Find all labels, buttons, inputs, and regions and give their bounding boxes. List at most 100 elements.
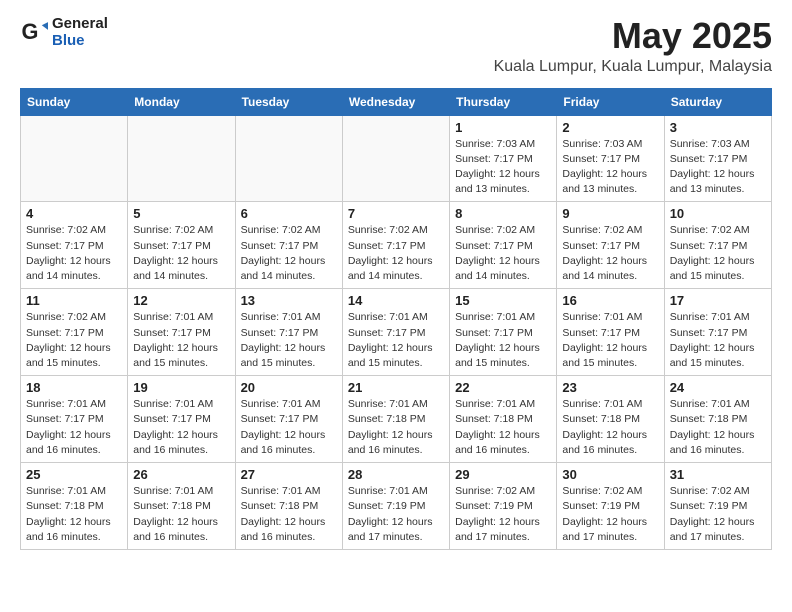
day-number: 26 [133,467,229,482]
calendar-week-row: 4 Sunrise: 7:02 AM Sunset: 7:17 PM Daylig… [21,202,772,289]
calendar-cell: 16 Sunrise: 7:01 AM Sunset: 7:17 PM Dayli… [557,289,664,376]
day-number: 25 [26,467,122,482]
day-number: 8 [455,206,551,221]
day-number: 2 [562,120,658,135]
day-number: 16 [562,293,658,308]
day-number: 1 [455,120,551,135]
day-info: Sunrise: 7:01 AM Sunset: 7:18 PM Dayligh… [133,484,229,545]
weekday-header-monday: Monday [128,88,235,115]
calendar-cell: 22Sunrise: 7:01 AM Sunset: 7:18 PM Dayli… [450,376,557,463]
calendar-cell [235,115,342,202]
calendar-cell: 13 Sunrise: 7:01 AM Sunset: 7:17 PM Dayli… [235,289,342,376]
calendar-cell: 25 Sunrise: 7:01 AM Sunset: 7:18 PM Dayli… [21,463,128,550]
day-number: 24 [670,380,766,395]
calendar-cell: 20Sunrise: 7:01 AM Sunset: 7:17 PM Dayli… [235,376,342,463]
day-number: 23 [562,380,658,395]
day-number: 27 [241,467,337,482]
logo-blue-text: Blue [52,33,108,50]
day-info: Sunrise: 7:02 AM Sunset: 7:17 PM Dayligh… [26,310,122,371]
day-number: 5 [133,206,229,221]
calendar-cell: 9Sunrise: 7:02 AM Sunset: 7:17 PM Daylig… [557,202,664,289]
calendar-cell: 24 Sunrise: 7:01 AM Sunset: 7:18 PM Dayli… [664,376,771,463]
day-number: 7 [348,206,444,221]
weekday-header-saturday: Saturday [664,88,771,115]
day-info: Sunrise: 7:02 AM Sunset: 7:19 PM Dayligh… [455,484,551,545]
calendar-cell: 2Sunrise: 7:03 AM Sunset: 7:17 PM Daylig… [557,115,664,202]
day-number: 4 [26,206,122,221]
day-info: Sunrise: 7:01 AM Sunset: 7:17 PM Dayligh… [670,310,766,371]
calendar-cell: 14Sunrise: 7:01 AM Sunset: 7:17 PM Dayli… [342,289,449,376]
day-info: Sunrise: 7:01 AM Sunset: 7:18 PM Dayligh… [241,484,337,545]
weekday-header-friday: Friday [557,88,664,115]
day-number: 14 [348,293,444,308]
day-number: 22 [455,380,551,395]
day-number: 17 [670,293,766,308]
calendar-cell: 1Sunrise: 7:03 AM Sunset: 7:17 PM Daylig… [450,115,557,202]
calendar-cell: 3 Sunrise: 7:03 AM Sunset: 7:17 PM Daylig… [664,115,771,202]
day-number: 19 [133,380,229,395]
calendar-week-row: 1 Sunrise: 7:03 AM Sunset: 7:17 PM Daylig… [21,115,772,202]
calendar-cell: 11 Sunrise: 7:02 AM Sunset: 7:17 PM Dayli… [21,289,128,376]
calendar-cell: 28 Sunrise: 7:01 AM Sunset: 7:19 PM Dayli… [342,463,449,550]
weekday-header-tuesday: Tuesday [235,88,342,115]
weekday-header-sunday: Sunday [21,88,128,115]
day-info: Sunrise: 7:01 AM Sunset: 7:17 PM Dayligh… [133,397,229,458]
day-info: Sunrise: 7:02 AM Sunset: 7:19 PM Dayligh… [670,484,766,545]
calendar-cell: 12Sunrise: 7:01 AM Sunset: 7:17 PM Dayli… [128,289,235,376]
day-number: 15 [455,293,551,308]
calendar-title: May 2025 [494,16,772,56]
weekday-header-thursday: Thursday [450,88,557,115]
day-number: 20 [241,380,337,395]
calendar-cell: 17 Sunrise: 7:01 AM Sunset: 7:17 PM Dayli… [664,289,771,376]
calendar-cell: 23Sunrise: 7:01 AM Sunset: 7:18 PM Dayli… [557,376,664,463]
calendar-cell: 30Sunrise: 7:02 AM Sunset: 7:19 PM Dayli… [557,463,664,550]
logo: G General Blue [20,16,108,49]
calendar-subtitle: Kuala Lumpur, Kuala Lumpur, Malaysia [494,58,772,76]
day-info: Sunrise: 7:03 AM Sunset: 7:17 PM Dayligh… [670,137,766,198]
day-number: 3 [670,120,766,135]
day-number: 12 [133,293,229,308]
weekday-header-wednesday: Wednesday [342,88,449,115]
logo-icon: G [20,19,48,47]
calendar-week-row: 11 Sunrise: 7:02 AM Sunset: 7:17 PM Dayli… [21,289,772,376]
calendar-cell: 6Sunrise: 7:02 AM Sunset: 7:17 PM Daylig… [235,202,342,289]
calendar-cell: 18 Sunrise: 7:01 AM Sunset: 7:17 PM Dayli… [21,376,128,463]
calendar-cell: 10 Sunrise: 7:02 AM Sunset: 7:17 PM Dayli… [664,202,771,289]
calendar-cell: 15 Sunrise: 7:01 AM Sunset: 7:17 PM Dayli… [450,289,557,376]
day-number: 11 [26,293,122,308]
day-info: Sunrise: 7:01 AM Sunset: 7:18 PM Dayligh… [348,397,444,458]
page-header: G General Blue May 2025 Kuala Lumpur, Ku… [20,16,772,76]
day-info: Sunrise: 7:01 AM Sunset: 7:18 PM Dayligh… [26,484,122,545]
day-info: Sunrise: 7:01 AM Sunset: 7:18 PM Dayligh… [670,397,766,458]
calendar-cell: 29Sunrise: 7:02 AM Sunset: 7:19 PM Dayli… [450,463,557,550]
day-info: Sunrise: 7:02 AM Sunset: 7:17 PM Dayligh… [348,223,444,284]
day-info: Sunrise: 7:01 AM Sunset: 7:17 PM Dayligh… [455,310,551,371]
calendar-cell: 21Sunrise: 7:01 AM Sunset: 7:18 PM Dayli… [342,376,449,463]
day-info: Sunrise: 7:02 AM Sunset: 7:19 PM Dayligh… [562,484,658,545]
calendar-cell: 26 Sunrise: 7:01 AM Sunset: 7:18 PM Dayli… [128,463,235,550]
calendar-cell: 19 Sunrise: 7:01 AM Sunset: 7:17 PM Dayli… [128,376,235,463]
day-info: Sunrise: 7:02 AM Sunset: 7:17 PM Dayligh… [26,223,122,284]
calendar-cell: 27 Sunrise: 7:01 AM Sunset: 7:18 PM Dayli… [235,463,342,550]
day-info: Sunrise: 7:02 AM Sunset: 7:17 PM Dayligh… [670,223,766,284]
calendar-table: SundayMondayTuesdayWednesdayThursdayFrid… [20,88,772,550]
day-number: 28 [348,467,444,482]
day-number: 10 [670,206,766,221]
day-info: Sunrise: 7:02 AM Sunset: 7:17 PM Dayligh… [562,223,658,284]
day-info: Sunrise: 7:01 AM Sunset: 7:19 PM Dayligh… [348,484,444,545]
calendar-cell [21,115,128,202]
calendar-cell: 31Sunrise: 7:02 AM Sunset: 7:19 PM Dayli… [664,463,771,550]
day-info: Sunrise: 7:01 AM Sunset: 7:17 PM Dayligh… [562,310,658,371]
calendar-cell: 4 Sunrise: 7:02 AM Sunset: 7:17 PM Daylig… [21,202,128,289]
calendar-week-row: 18 Sunrise: 7:01 AM Sunset: 7:17 PM Dayli… [21,376,772,463]
day-info: Sunrise: 7:02 AM Sunset: 7:17 PM Dayligh… [455,223,551,284]
day-info: Sunrise: 7:01 AM Sunset: 7:17 PM Dayligh… [26,397,122,458]
day-info: Sunrise: 7:01 AM Sunset: 7:17 PM Dayligh… [241,310,337,371]
calendar-cell: 8 Sunrise: 7:02 AM Sunset: 7:17 PM Daylig… [450,202,557,289]
day-number: 18 [26,380,122,395]
weekday-header-row: SundayMondayTuesdayWednesdayThursdayFrid… [21,88,772,115]
calendar-cell [128,115,235,202]
day-number: 13 [241,293,337,308]
logo-general-text: General [52,16,108,33]
day-info: Sunrise: 7:02 AM Sunset: 7:17 PM Dayligh… [241,223,337,284]
